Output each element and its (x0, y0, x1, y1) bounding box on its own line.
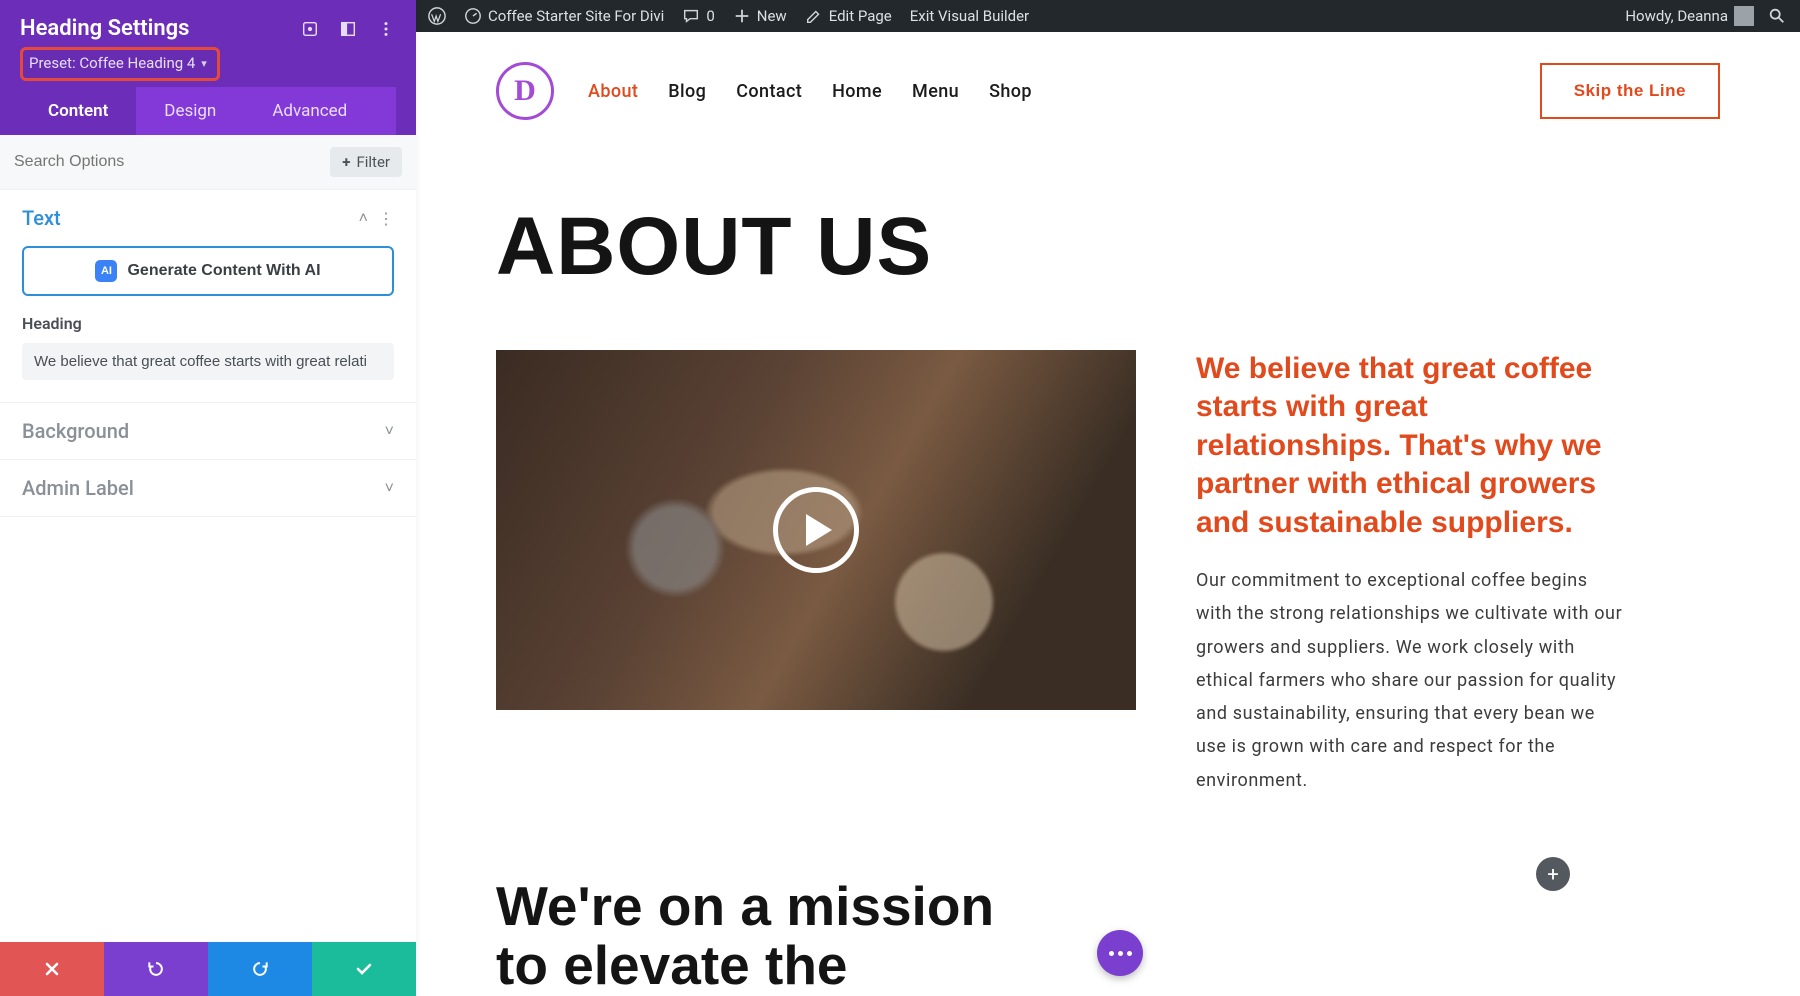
tab-advanced[interactable]: Advanced (244, 87, 375, 135)
preset-selector[interactable]: Preset: Coffee Heading 4 ▾ (20, 47, 220, 81)
redo-button[interactable] (208, 942, 312, 996)
page-canvas: D About Blog Contact Home Menu Shop Skip… (416, 32, 1800, 996)
module-settings-sidebar: Heading Settings Preset: Coffee Heading … (0, 0, 416, 996)
avatar (1734, 6, 1754, 26)
adminbar-new[interactable]: New (733, 7, 787, 25)
sidebar-body: Text ˄ ⋮ AI Generate Content With AI Hea… (0, 190, 416, 942)
primary-nav: About Blog Contact Home Menu Shop (588, 81, 1032, 102)
tab-content[interactable]: Content (20, 87, 136, 135)
filter-label: Filter (356, 153, 390, 171)
hero-section: ABOUT US (416, 130, 1800, 304)
plus-icon: + (342, 153, 350, 171)
section-admin-label-title: Admin Label (22, 476, 134, 500)
more-options-button[interactable] (376, 19, 396, 39)
add-module-button[interactable]: + (1536, 857, 1570, 891)
skip-the-line-button[interactable]: Skip the Line (1540, 63, 1720, 119)
heading-input[interactable] (22, 343, 394, 380)
adminbar-exit-visual-builder[interactable]: Exit Visual Builder (910, 7, 1029, 25)
adminbar-edit-page-label: Edit Page (829, 7, 892, 25)
adminbar-edit-page[interactable]: Edit Page (805, 7, 892, 25)
section-admin-label-toggle[interactable]: Admin Label ˅ (0, 460, 416, 516)
divi-builder-fab[interactable] (1097, 930, 1143, 976)
responsive-preview-button[interactable] (300, 19, 320, 39)
comment-icon (682, 7, 700, 25)
nav-item-shop[interactable]: Shop (989, 81, 1032, 102)
chevron-down-icon: ˅ (385, 478, 394, 498)
video-module[interactable] (496, 350, 1136, 710)
nav-item-home[interactable]: Home (832, 81, 882, 102)
site-logo[interactable]: D (496, 62, 554, 120)
search-row: + Filter (0, 135, 416, 190)
chevron-down-icon: ˅ (385, 421, 394, 441)
heading-field-label: Heading (22, 314, 394, 333)
section-more-icon[interactable]: ⋮ (378, 209, 394, 228)
site-header: D About Blog Contact Home Menu Shop Skip… (416, 32, 1800, 130)
dashboard-icon (464, 7, 482, 25)
wordpress-icon (428, 7, 446, 25)
nav-item-about[interactable]: About (588, 81, 638, 102)
adminbar-site-name-text: Coffee Starter Site For Divi (488, 7, 664, 25)
chevron-down-icon: ▾ (201, 57, 207, 70)
sidebar-footer (0, 942, 416, 996)
section-background-title: Background (22, 419, 129, 443)
undo-button[interactable] (104, 942, 208, 996)
mission-heading: We're on a mission to elevate the coffee (496, 877, 1016, 996)
tab-design[interactable]: Design (136, 87, 244, 135)
adminbar-howdy[interactable]: Howdy, Deanna (1625, 6, 1754, 26)
chevron-up-icon: ˄ (359, 208, 368, 228)
cancel-button[interactable] (0, 942, 104, 996)
preset-selector-label: Preset: Coffee Heading 4 (29, 54, 195, 72)
adminbar-comments[interactable]: 0 (682, 7, 714, 25)
search-options-input[interactable] (14, 153, 320, 171)
adminbar-comments-count: 0 (706, 7, 714, 25)
logo-letter: D (514, 74, 536, 108)
page-title: ABOUT US (496, 200, 1720, 294)
about-row: We believe that great coffee starts with… (416, 304, 1800, 797)
section-text-body: AI Generate Content With AI Heading (0, 246, 416, 402)
expand-panel-button[interactable] (338, 19, 358, 39)
plus-icon (733, 7, 751, 25)
adminbar-site-name[interactable]: Coffee Starter Site For Divi (464, 7, 664, 25)
about-body-text: Our commitment to exceptional coffee beg… (1196, 564, 1626, 797)
settings-tabs: Content Design Advanced (20, 87, 396, 135)
section-text-title: Text (22, 206, 61, 230)
ai-icon: AI (95, 260, 117, 282)
about-text-column: We believe that great coffee starts with… (1196, 350, 1626, 797)
adminbar-new-label: New (757, 7, 787, 25)
section-text-toggle[interactable]: Text ˄ ⋮ (0, 190, 416, 246)
sidebar-header: Heading Settings Preset: Coffee Heading … (0, 0, 416, 135)
wp-logo[interactable] (428, 7, 446, 25)
pencil-icon (805, 7, 823, 25)
nav-item-menu[interactable]: Menu (912, 81, 959, 102)
play-button[interactable] (773, 487, 859, 573)
nav-item-blog[interactable]: Blog (668, 81, 706, 102)
adminbar-howdy-text: Howdy, Deanna (1625, 7, 1728, 25)
sidebar-title: Heading Settings (20, 16, 189, 41)
about-subheading: We believe that great coffee starts with… (1196, 350, 1626, 542)
section-background-toggle[interactable]: Background ˅ (0, 403, 416, 459)
adminbar-search[interactable] (1768, 7, 1786, 25)
nav-item-contact[interactable]: Contact (736, 81, 802, 102)
generate-with-ai-button[interactable]: AI Generate Content With AI (22, 246, 394, 296)
ai-button-label: Generate Content With AI (127, 262, 320, 280)
adminbar-exit-vb-label: Exit Visual Builder (910, 7, 1029, 25)
search-icon (1768, 7, 1786, 25)
save-button[interactable] (312, 942, 416, 996)
ellipsis-icon (1109, 951, 1132, 956)
filter-button[interactable]: + Filter (330, 147, 402, 177)
